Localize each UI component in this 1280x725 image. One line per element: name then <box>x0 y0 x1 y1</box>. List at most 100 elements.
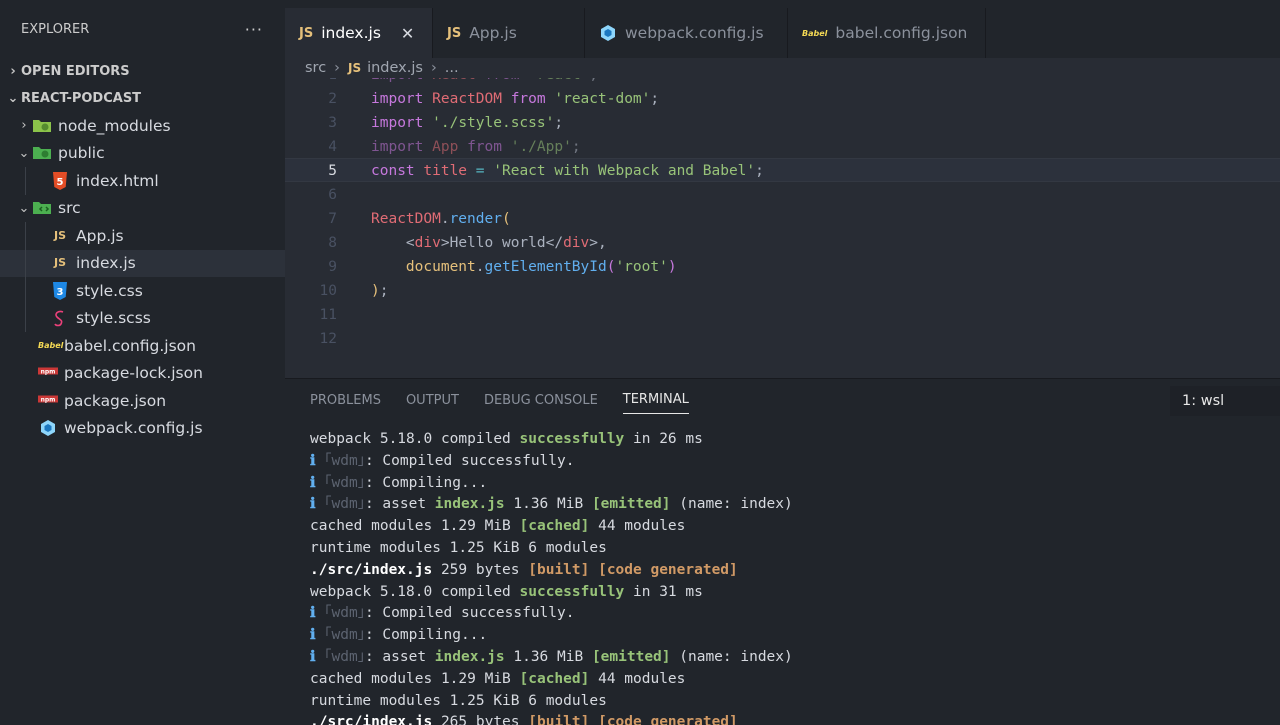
terminal-line: ℹ ｢wdm｣: Compiling... <box>310 627 488 644</box>
tab-label: babel.config.json <box>835 24 968 42</box>
chevron-down-icon: ⌄ <box>7 91 19 106</box>
svg-text:3: 3 <box>57 287 64 298</box>
terminal-output[interactable]: webpack 5.18.0 compiled successfully in … <box>310 429 793 725</box>
tab-label: App.js <box>469 24 517 42</box>
explorer-sidebar: EXPLORER ··· › OPEN EDITORS ⌄ REACT-PODC… <box>0 0 285 725</box>
line-number: 10 <box>319 283 337 299</box>
terminal-line: ./src/index.js 259 bytes [built] [code g… <box>310 561 738 578</box>
js-icon: JS <box>299 25 314 41</box>
chevron-right-icon: › <box>334 60 340 76</box>
tab-index-js[interactable]: JS index.js ✕ <box>285 8 433 58</box>
tree-item-package-lock[interactable]: npm package-lock.json <box>0 360 285 388</box>
css3-icon: 3 <box>50 281 70 300</box>
explorer-header: EXPLORER ··· <box>0 0 285 58</box>
indent-guide <box>25 167 26 195</box>
npm-icon: npm <box>38 364 58 382</box>
tree-item-src[interactable]: ⌄ src <box>0 195 285 223</box>
indent-guide <box>25 222 26 250</box>
close-icon[interactable]: ✕ <box>401 24 414 43</box>
folder-node-icon <box>32 117 52 135</box>
chevron-down-icon: ⌄ <box>18 200 30 216</box>
tree-item-style-css[interactable]: 3 style.css <box>0 277 285 305</box>
tree-item-label: style.css <box>76 281 143 300</box>
tree-item-node-modules[interactable]: › node_modules <box>0 112 285 140</box>
tab-webpack-config[interactable]: webpack.config.js <box>585 8 788 58</box>
tree-item-label: style.scss <box>76 309 151 328</box>
html5-icon: 5 <box>50 171 70 190</box>
tree-item-index-js[interactable]: JS index.js <box>0 249 285 277</box>
tree-item-label: public <box>58 144 105 163</box>
terminal-line: ℹ ｢wdm｣: Compiled successfully. <box>310 452 575 469</box>
terminal-selector[interactable]: 1: wsl <box>1170 386 1280 416</box>
tab-label: webpack.config.js <box>625 24 764 42</box>
line-number: 7 <box>328 211 337 227</box>
terminal-line: ℹ ｢wdm｣: asset index.js 1.36 MiB [emitte… <box>310 648 793 665</box>
folder-src-icon <box>32 199 52 217</box>
tree-item-style-scss[interactable]: style.scss <box>0 304 285 332</box>
svg-text:5: 5 <box>57 177 64 188</box>
chevron-right-icon: › <box>430 60 437 76</box>
breadcrumb-folder[interactable]: src <box>305 60 326 76</box>
tree-item-label: App.js <box>76 226 124 245</box>
tree-item-app-js[interactable]: JS App.js <box>0 222 285 250</box>
chevron-right-icon: › <box>10 64 16 79</box>
terminal-line: ℹ ｢wdm｣: asset index.js 1.36 MiB [emitte… <box>310 496 793 513</box>
breadcrumb-more[interactable]: ... <box>445 60 459 76</box>
tree-item-label: index.js <box>76 254 136 273</box>
tab-debug-console[interactable]: DEBUG CONSOLE <box>484 387 598 414</box>
tab-problems[interactable]: PROBLEMS <box>310 387 381 414</box>
tab-terminal[interactable]: TERMINAL <box>622 386 689 414</box>
tab-label: index.js <box>321 24 381 42</box>
line-number: 5 <box>328 163 337 179</box>
explorer-title: EXPLORER <box>21 21 90 37</box>
tab-app-js[interactable]: JS App.js <box>433 8 585 58</box>
tree-item-package-json[interactable]: npm package.json <box>0 387 285 415</box>
tree-item-index-html[interactable]: 5 index.html <box>0 167 285 195</box>
open-editors-label: OPEN EDITORS <box>21 64 130 79</box>
svg-text:npm: npm <box>41 396 56 403</box>
tab-output[interactable]: OUTPUT <box>406 387 459 414</box>
code-line: 8 <div>Hello world</div>, <box>285 231 1280 255</box>
tree-item-label: index.html <box>76 171 159 190</box>
sass-icon <box>50 309 70 327</box>
indent-guide <box>25 304 26 332</box>
tree-item-webpack-config[interactable]: webpack.config.js <box>0 415 285 443</box>
tree-item-public[interactable]: ⌄ public <box>0 140 285 168</box>
project-label: REACT-PODCAST <box>21 91 142 106</box>
js-icon: JS <box>347 61 362 75</box>
js-icon: JS <box>53 256 66 270</box>
line-number: 11 <box>319 307 337 323</box>
line-number: 4 <box>328 139 337 155</box>
terminal-line: ℹ ｢wdm｣: Compiling... <box>310 474 488 491</box>
code-line: 3 import './style.scss'; <box>285 111 1280 135</box>
svg-text:npm: npm <box>41 369 56 376</box>
tree-item-label: package.json <box>64 391 167 410</box>
line-number: 2 <box>328 91 337 107</box>
webpack-icon <box>599 24 617 42</box>
breadcrumb-file[interactable]: index.js <box>367 60 423 76</box>
webpack-icon <box>38 419 58 437</box>
code-editor[interactable]: 1import React from 'react'; 2import Reac… <box>285 58 1280 378</box>
indent-guide <box>25 249 26 277</box>
terminal-line: runtime modules 1.25 KiB 6 modules <box>310 539 607 556</box>
js-icon: JS <box>447 25 462 41</box>
tree-item-label: package-lock.json <box>64 364 203 383</box>
open-editors-section[interactable]: › OPEN EDITORS <box>0 58 285 85</box>
terminal-line: cached modules 1.29 MiB [cached] 44 modu… <box>310 518 686 535</box>
chevron-right-icon: › <box>21 118 27 134</box>
line-number: 9 <box>328 259 337 275</box>
tree-item-babel-config[interactable]: Babel babel.config.json <box>0 332 285 360</box>
code-line: 7 ReactDOM.render( <box>285 207 1280 231</box>
npm-icon: npm <box>38 392 58 410</box>
breadcrumb: src › JS index.js › ... <box>285 58 1280 78</box>
project-section[interactable]: ⌄ REACT-PODCAST <box>0 85 285 112</box>
line-number: 3 <box>328 115 337 131</box>
terminal-line: ./src/index.js 265 bytes [built] [code g… <box>310 714 738 725</box>
more-actions-icon[interactable]: ··· <box>245 20 263 39</box>
tree-item-label: webpack.config.js <box>64 419 203 438</box>
panel-tabs: PROBLEMS OUTPUT DEBUG CONSOLE TERMINAL <box>285 379 1280 421</box>
code-line: 12 <box>285 327 1280 351</box>
terminal-line: webpack 5.18.0 compiled successfully in … <box>310 583 703 600</box>
tab-babel-config[interactable]: Babel babel.config.json <box>788 8 986 58</box>
bottom-panel: PROBLEMS OUTPUT DEBUG CONSOLE TERMINAL 1… <box>285 378 1280 725</box>
